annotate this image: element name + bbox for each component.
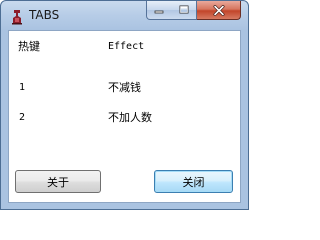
- maximize-button[interactable]: [171, 1, 197, 20]
- maximize-icon: [179, 5, 188, 14]
- close-button[interactable]: 关闭: [154, 170, 233, 193]
- minimize-button[interactable]: [146, 1, 172, 20]
- close-window-button[interactable]: [197, 1, 241, 20]
- title-bar[interactable]: TABS: [1, 1, 248, 30]
- effect-cell: 不加人数: [108, 111, 152, 124]
- effect-cell: 不减钱: [108, 81, 141, 94]
- hotkey-cell: 2: [19, 112, 26, 123]
- window-title: TABS: [29, 8, 60, 22]
- hotkey-cell: 1: [19, 82, 26, 93]
- column-header-effect: Effect: [108, 41, 145, 52]
- app-icon: [12, 10, 22, 25]
- about-button[interactable]: 关于: [15, 170, 101, 193]
- close-icon: [213, 4, 224, 16]
- column-header-hotkey: 热键: [18, 40, 40, 53]
- minimize-icon: [154, 10, 164, 14]
- client-area: 热键 Effect 1 不减钱 2 不加人数 关于 关闭: [8, 30, 241, 203]
- window: TABS 热键 Effect 1 不减钱 2 不加人数 关于 关闭: [0, 0, 249, 210]
